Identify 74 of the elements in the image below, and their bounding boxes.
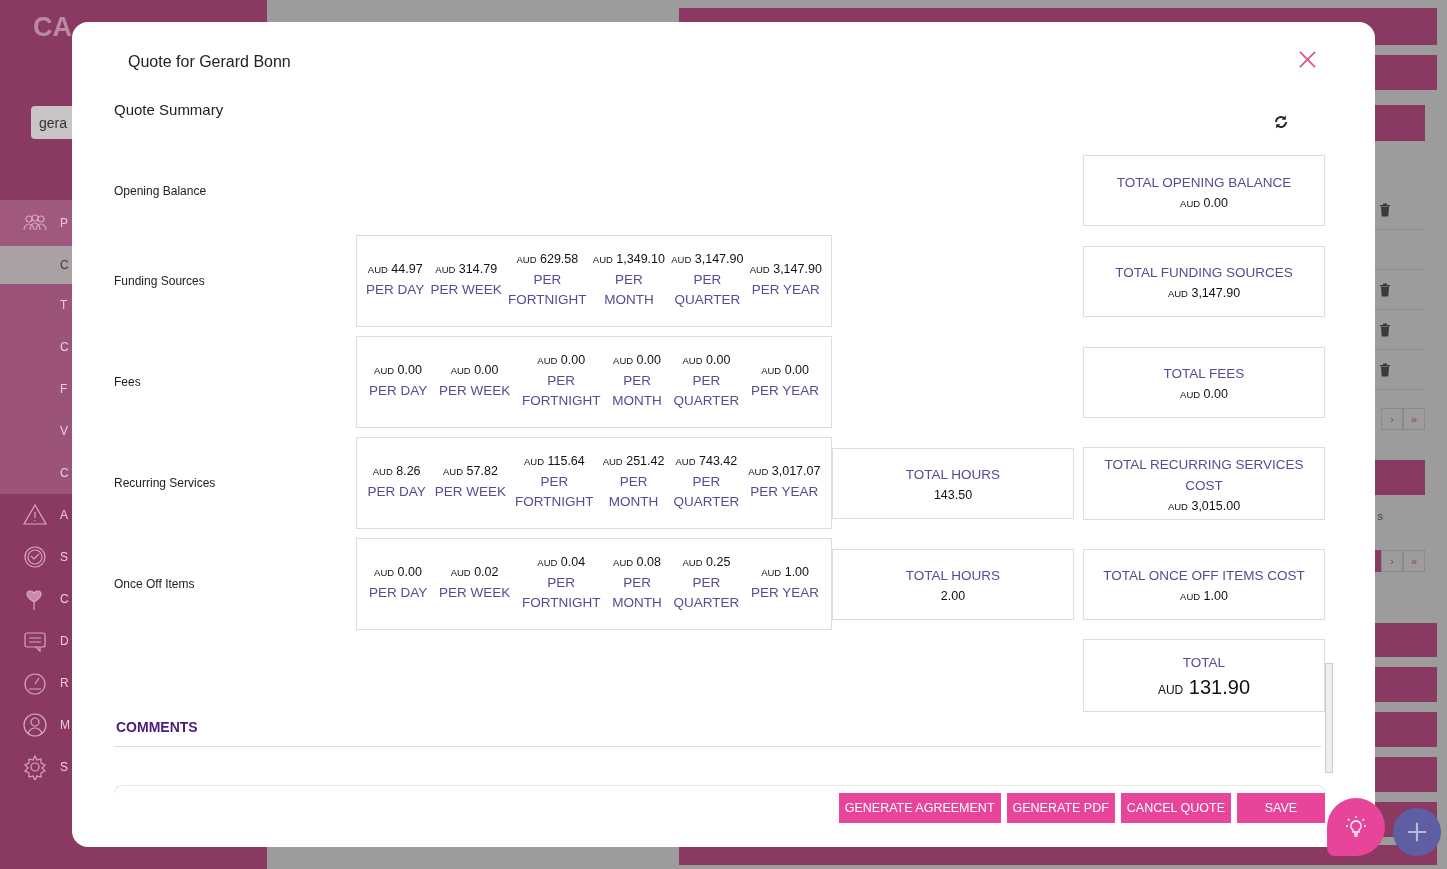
total-title: TOTAL FEES	[1163, 365, 1245, 383]
period-label: PER QUARTER	[673, 574, 740, 612]
amount-text: AUD 314.79	[435, 262, 498, 276]
period-label: PER WEEK	[438, 584, 511, 602]
period-label: PER YEAR	[751, 281, 820, 299]
period-label: PER WEEK	[434, 483, 507, 501]
text-fragment: s	[1377, 510, 1383, 522]
period-label: PER MONTH	[604, 271, 654, 309]
amount-text: AUD 629.58	[516, 252, 579, 266]
period-label: PER DAY	[368, 584, 428, 602]
period-label: PER MONTH	[612, 574, 662, 612]
total-amount: AUD 0.00	[1180, 195, 1228, 210]
row-label: Recurring Services	[114, 476, 216, 490]
amount-text: AUD 0.00	[374, 363, 422, 377]
amount-text: AUD 3,147.90	[671, 252, 744, 266]
period-label: PER FORTNIGHT	[508, 271, 587, 309]
comments-heading: COMMENTS	[116, 719, 198, 735]
total-title: TOTAL OPENING BALANCE	[1116, 173, 1292, 192]
period-label: PER FORTNIGHT	[522, 372, 601, 410]
period-label: PER YEAR	[750, 483, 819, 501]
amount-text: AUD 0.08	[613, 555, 661, 569]
row-label: Opening Balance	[114, 183, 207, 198]
total-title: TOTAL FUNDING SOURCES	[1115, 264, 1293, 282]
amount-text: AUD 0.00	[537, 353, 586, 367]
amount-text: AUD 0.00	[450, 363, 499, 377]
amount-text: AUD 251.42	[602, 454, 665, 468]
period-label: PER DAY	[368, 382, 428, 400]
amount-text: AUD 0.00	[761, 363, 810, 377]
period-label: PER YEAR	[751, 382, 820, 400]
amount-text: AUD 57.82	[443, 464, 498, 478]
total-title: TOTAL	[1182, 654, 1226, 672]
amount-text: AUD 0.25	[682, 555, 731, 569]
total-amount: AUD 1.00	[1180, 589, 1228, 603]
amount-text: AUD 0.02	[450, 565, 499, 579]
period-label: PER FORTNIGHT	[515, 473, 594, 511]
total-amount: AUD 3,015.00	[1167, 498, 1241, 513]
period-label: PER QUARTER	[673, 473, 740, 511]
total-amount: AUD 0.00	[1180, 387, 1228, 401]
hours-title: TOTAL HOURS	[905, 466, 1001, 484]
row-label: Once Off Items	[114, 577, 195, 591]
period-label: PER DAY	[366, 281, 425, 299]
amount-text: AUD 0.04	[537, 555, 586, 569]
period-label: PER DAY	[367, 483, 426, 501]
amount-text: AUD 743.42	[675, 454, 738, 468]
period-label: PER FORTNIGHT	[522, 574, 601, 612]
period-label: PER QUARTER	[673, 372, 740, 410]
hours-value: 143.50	[933, 488, 973, 502]
hours-value: 2.00	[940, 589, 966, 603]
amount-text: AUD 115.64	[523, 454, 585, 468]
amount-text: AUD 0.00	[374, 565, 422, 579]
period-label: PER WEEK	[430, 281, 502, 299]
amount-text: AUD 44.97	[367, 262, 423, 276]
row-label: Fees	[114, 375, 141, 389]
total-amount: AUD 3,147.90	[1167, 286, 1241, 300]
period-label: PER MONTH	[608, 473, 659, 511]
amount-text: AUD 1.00	[761, 565, 810, 579]
dialog-title: Quote for Gerard Bonn	[128, 52, 291, 72]
row-label: Funding Sources	[114, 274, 205, 288]
amount-text: AUD 0.00	[682, 353, 731, 367]
amount-text: AUD 0.00	[613, 353, 661, 367]
total-amount: AUD 131.90	[1157, 676, 1251, 699]
logo: CA	[33, 12, 72, 43]
period-label: PER WEEK	[438, 382, 511, 400]
period-label: PER QUARTER	[674, 271, 741, 309]
total-title: TOTAL RECURRING SERVICES COST	[1103, 455, 1305, 495]
amount-text: AUD 8.26	[372, 464, 421, 478]
section-heading: Quote Summary	[114, 100, 224, 120]
amount-text: AUD 1,349.10	[592, 252, 665, 266]
total-title: TOTAL ONCE OFF ITEMS COST	[1103, 567, 1305, 585]
amount-text: AUD 3,147.90	[749, 262, 822, 276]
hours-title: TOTAL HOURS	[905, 567, 1001, 585]
period-label: PER MONTH	[612, 372, 662, 410]
period-label: PER YEAR	[751, 584, 820, 602]
amount-text: AUD 3,017.07	[748, 464, 821, 478]
